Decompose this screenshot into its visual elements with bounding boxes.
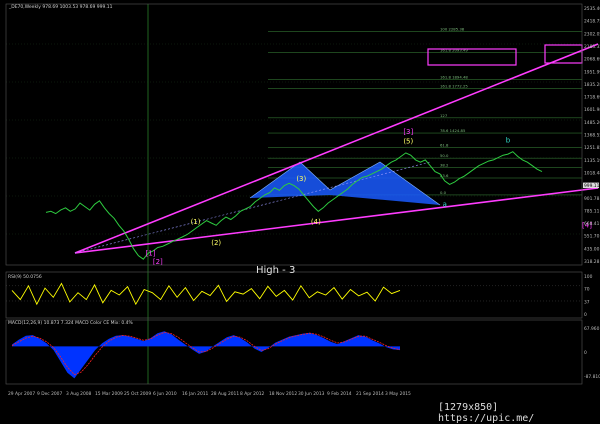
date-tick-label: 29 Apr 2007 <box>8 391 35 397</box>
rsi-tick-label: 0 <box>584 312 587 318</box>
price-tick-label: 2302.05 <box>584 31 600 37</box>
price-tick-label: 1018.48 <box>584 170 600 176</box>
chart-svg: 100 2285.38 161.8 2093.49 161.8 1894.48 161… <box>5 3 600 397</box>
fib-levels: 100 2285.38 161.8 2093.49 161.8 1894.48 161… <box>268 26 583 196</box>
date-tick-label: 9 Dec 2007 <box>37 391 62 397</box>
date-tick-label: 6 Jun 2010 <box>153 391 177 397</box>
date-tick-label: 25 Oct 2009 <box>124 391 151 397</box>
rsi-tick-label: 100 <box>584 274 593 280</box>
harmonic-pattern <box>249 161 441 206</box>
date-tick-label: 8 Apr 2012 <box>240 391 265 397</box>
date-tick-label: 28 Aug 2011 <box>211 391 239 397</box>
rsi-tick-label: 37 <box>584 299 590 305</box>
price-tick-label: 785.11 <box>584 208 600 214</box>
date-tick-label: 30 Jun 2013 <box>298 391 325 397</box>
macd-tick-label: 67.960 <box>584 326 600 332</box>
fib-label: 161.8 1894.48 <box>440 74 468 79</box>
rsi-line <box>11 282 401 306</box>
wave-label: b <box>506 136 511 144</box>
date-tick-label: 3 May 2015 <box>385 391 411 397</box>
wave-label: [3] <box>403 128 413 136</box>
rsi-panel-frame <box>5 271 583 319</box>
chart-window: 100 2285.38 161.8 2093.49 161.8 1894.48 161… <box>0 0 600 424</box>
price-tick-label: 2185.35 <box>584 44 600 50</box>
fib-label: 100 2285.38 <box>440 26 465 31</box>
fib-label: 161.8 2093.49 <box>440 47 468 52</box>
price-tick-label: 999.11 <box>584 183 600 189</box>
price-tick-label: 1135.19 <box>584 158 600 164</box>
price-tick-label: 1251.85 <box>584 145 600 151</box>
rsi-tick-label: 70 <box>584 287 590 293</box>
rsi-info: RSI(9) 50.0756 <box>8 275 42 280</box>
macd-extra: MACD Color CE Mix: 0.4% <box>75 321 133 326</box>
price-tick-label: 1601.98 <box>584 107 600 113</box>
date-tick-label: 21 Sep 2014 <box>356 391 384 397</box>
fib-label: 50.0 <box>440 153 449 158</box>
macd-panel <box>11 331 401 379</box>
wave-label: (3) <box>296 175 306 183</box>
date-tick-label: 9 Feb 2014 <box>327 391 352 397</box>
lower-trendline <box>74 187 599 254</box>
macd-tick-label: 0 <box>584 350 587 356</box>
wave-label: [1] <box>146 250 156 258</box>
wave-label: a <box>443 201 447 209</box>
price-tick-label: 2068.69 <box>584 57 600 63</box>
rsi-panel <box>6 282 582 306</box>
fib-label: 0.0 <box>440 190 447 195</box>
high-annotation: High - 3 <box>256 265 296 276</box>
macd-tick-label: -87.810 <box>584 374 600 380</box>
target-box-2 <box>544 44 583 64</box>
price-tick-label: 1718.69 <box>584 95 600 101</box>
price-tick-label: 1368.55 <box>584 133 600 139</box>
date-tick-label: 18 Nov 2012 <box>269 391 297 397</box>
macd-values: MACD(12,26,9) 10.873 7.324 <box>8 321 74 326</box>
price-tick-label: 551.70 <box>584 234 600 240</box>
date-tick-label: 15 Mar 2009 <box>95 391 123 397</box>
price-tick-label: 318.28 <box>584 259 600 265</box>
upper-trendline <box>74 43 599 254</box>
price-tick-label: 1951.99 <box>584 69 600 75</box>
trendlines <box>74 43 599 254</box>
fib-label: 78.6 1424.85 <box>440 128 466 133</box>
macd-histogram <box>12 331 400 379</box>
wave-label: (1) <box>191 218 201 226</box>
price-tick-label: 901.78 <box>584 196 600 202</box>
date-tick-label: 3 Aug 2008 <box>66 391 92 397</box>
price-tick-label: 435.00 <box>584 246 600 252</box>
wave-label: (4) <box>311 218 321 226</box>
price-tick-label: 2535.40 <box>584 6 600 12</box>
image-footer: [1279x850] https://upic.me/ <box>438 402 535 424</box>
date-tick-label: 16 Jan 2011 <box>182 391 209 397</box>
price-tick-label: 1835.28 <box>584 82 600 88</box>
fib-label: 127 <box>440 113 448 118</box>
price-tick-label: 2418.75 <box>584 19 600 25</box>
price-tick-label: 1485.26 <box>584 120 600 126</box>
symbol-info: _DE70,Weekly 978.69 1003.53 978.69 999.1… <box>9 5 113 10</box>
price-tick-label: 668.41 <box>584 221 600 227</box>
macd-info: MACD(12,26,9) 10.873 7.324 MACD Color CE… <box>8 321 133 326</box>
wave-label: (2) <box>211 239 221 247</box>
fib-label: 38.2 <box>440 162 449 167</box>
fib-label: 161.8 1772.25 <box>440 84 468 89</box>
fib-label: 61.8 <box>440 143 449 148</box>
wave-label: (5) <box>403 138 413 146</box>
wave-label: [2] <box>153 258 163 266</box>
